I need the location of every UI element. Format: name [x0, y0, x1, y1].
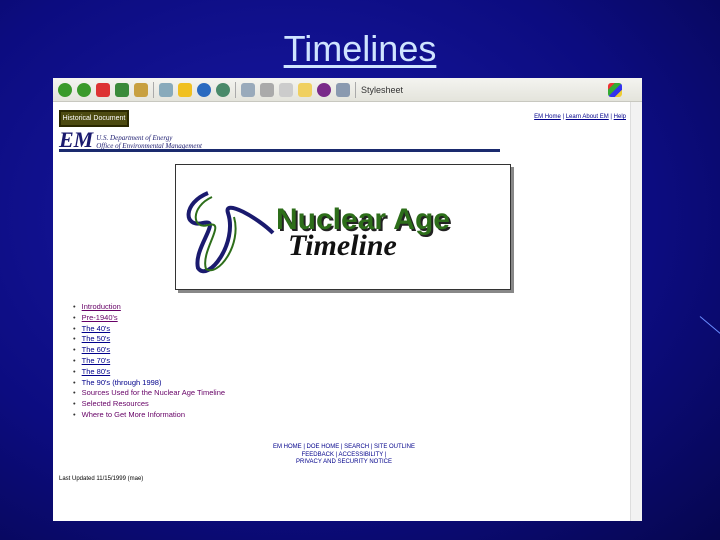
history-icon[interactable] — [216, 82, 230, 97]
nav-link[interactable]: Introduction — [82, 302, 121, 311]
timeline-nav-list: Introduction Pre-1940's The 40's The 50'… — [73, 302, 225, 421]
list-item[interactable]: The 90's (through 1998) — [73, 378, 225, 389]
last-updated: Last Updated 11/15/1999 (mae) — [59, 476, 144, 482]
search-icon[interactable] — [159, 82, 173, 97]
media-icon[interactable] — [197, 82, 211, 97]
windows-logo-icon — [608, 82, 622, 97]
print-icon[interactable] — [260, 82, 274, 97]
nav-link[interactable]: The 60's — [82, 345, 111, 354]
footer-line[interactable]: PRIVACY AND SECURITY NOTICE — [219, 459, 469, 467]
em-logo-text: EM — [59, 127, 94, 152]
stop-icon[interactable] — [96, 82, 110, 97]
banner-subtitle: Timeline — [288, 229, 397, 262]
list-item[interactable]: Where to Get More Information — [73, 410, 225, 421]
messenger-icon[interactable] — [317, 82, 331, 97]
swirl-graphic-icon — [186, 191, 275, 273]
em-line1: U.S. Department of Energy — [96, 134, 173, 142]
nav-link[interactable]: Pre-1940's — [82, 313, 118, 322]
historical-document-badge: Historical Document — [59, 110, 129, 127]
slide-title: Timelines — [283, 28, 437, 69]
help-link[interactable]: Help — [614, 114, 626, 120]
favorites-icon[interactable] — [178, 82, 192, 97]
footer-links: EM HOME | DOE HOME | SEARCH | SITE OUTLI… — [219, 444, 469, 467]
top-links: EM Home | Learn About EM | Help — [534, 114, 626, 120]
decorative-line — [699, 316, 720, 337]
footer-line[interactable]: EM HOME | DOE HOME | SEARCH | SITE OUTLI… — [219, 444, 469, 452]
list-item[interactable]: The 80's — [73, 367, 225, 378]
em-logo[interactable]: EM U.S. Department of Energy Office of En… — [59, 127, 202, 152]
nav-link[interactable]: The 70's — [82, 356, 111, 365]
notes-icon[interactable] — [298, 82, 312, 97]
browser-screenshot: Stylesheet Historical Document EM Home |… — [53, 78, 642, 521]
list-item[interactable]: The 50's — [73, 334, 225, 345]
nav-link[interactable]: The 90's (through 1998) — [82, 378, 162, 387]
list-item[interactable]: Introduction — [73, 302, 225, 313]
em-home-link[interactable]: EM Home — [534, 114, 561, 120]
header-rule — [59, 149, 500, 152]
list-item[interactable]: The 70's — [73, 356, 225, 367]
back-icon[interactable] — [58, 82, 72, 97]
nav-link[interactable]: Sources Used for the Nuclear Age Timelin… — [82, 388, 225, 397]
nav-link[interactable]: The 80's — [82, 367, 111, 376]
stylesheet-button[interactable]: Stylesheet — [361, 85, 403, 95]
mail-icon[interactable] — [241, 82, 255, 97]
footer-line[interactable]: FEEDBACK | ACCESSIBILITY | — [219, 452, 469, 460]
learn-about-em-link[interactable]: Learn About EM — [566, 114, 609, 120]
separator — [153, 81, 154, 98]
list-item[interactable]: Sources Used for the Nuclear Age Timelin… — [73, 388, 225, 399]
research-icon[interactable] — [336, 82, 350, 97]
edit-icon[interactable] — [279, 82, 293, 97]
nav-link[interactable]: Where to Get More Information — [82, 410, 185, 419]
nav-link[interactable]: Selected Resources — [82, 399, 149, 408]
nuclear-age-timeline-banner: Nuclear Age Timeline — [175, 164, 511, 290]
list-item[interactable]: Pre-1940's — [73, 313, 225, 324]
home-icon[interactable] — [134, 82, 148, 97]
nav-link[interactable]: The 50's — [82, 334, 111, 343]
vertical-scrollbar[interactable] — [630, 102, 642, 521]
refresh-icon[interactable] — [115, 82, 129, 97]
separator — [355, 81, 356, 98]
forward-icon[interactable] — [77, 82, 91, 97]
list-item[interactable]: Selected Resources — [73, 399, 225, 410]
list-item[interactable]: The 40's — [73, 324, 225, 335]
separator — [235, 81, 236, 98]
nav-link[interactable]: The 40's — [82, 324, 111, 333]
web-page: Historical Document EM Home | Learn Abou… — [59, 108, 628, 521]
list-item[interactable]: The 60's — [73, 345, 225, 356]
browser-toolbar: Stylesheet — [53, 78, 642, 102]
